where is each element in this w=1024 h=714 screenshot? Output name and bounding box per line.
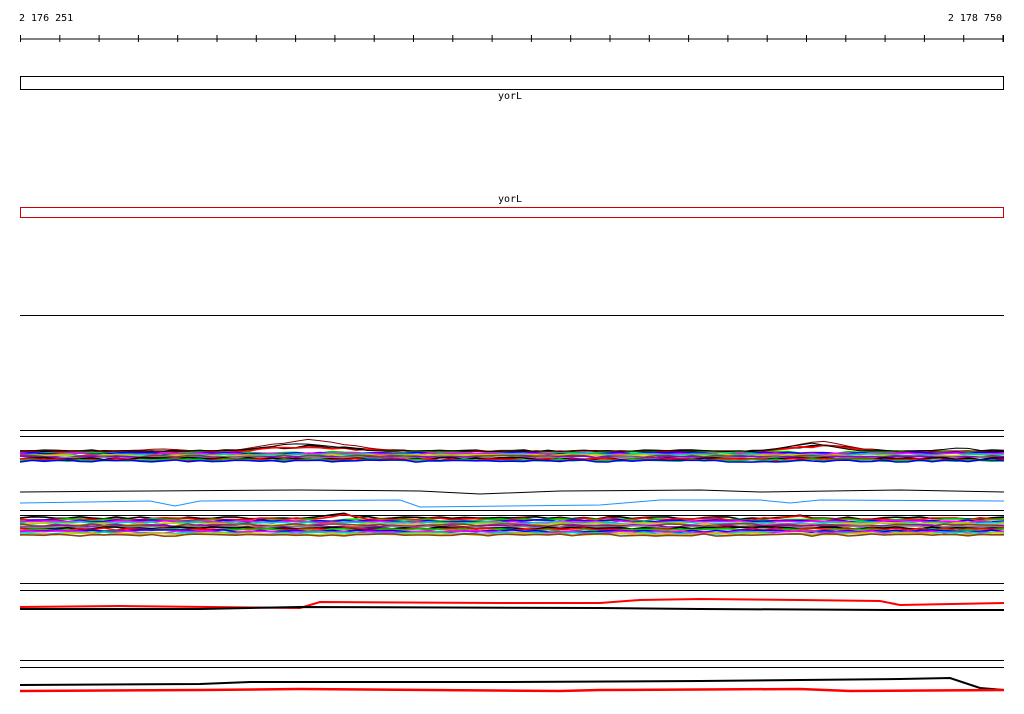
expression-track-4 [19,583,1005,611]
track-3-profiles [19,512,1005,538]
genome-browser-view: 2 176 251 2 178 750 yorL yorL [0,0,1024,714]
profile-line [19,676,1005,691]
expression-track-3 [19,510,1005,538]
profile-line [19,687,1005,693]
track-4-profiles [19,597,1005,611]
expression-track-1 [19,430,1005,463]
reverse-gene-feature[interactable] [20,207,1004,218]
tracks-canvas [19,35,1005,693]
profile-line [19,597,1005,610]
profile-line [19,489,1005,495]
expression-track-5 [19,660,1005,693]
track-5-profiles [19,676,1005,693]
track-1-profiles [19,438,1005,463]
forward-gene-feature[interactable] [20,76,1004,90]
coordinate-ruler [20,35,1004,42]
track-2-profiles [19,489,1005,508]
expression-track-2 [19,489,1005,508]
profile-line [19,499,1005,508]
